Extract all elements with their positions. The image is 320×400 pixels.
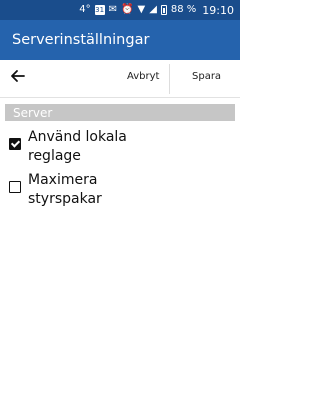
wifi-icon: ▼ bbox=[137, 4, 146, 15]
calendar-icon: 31 bbox=[94, 5, 105, 15]
battery-icon bbox=[160, 5, 167, 15]
battery-percent: 88 % bbox=[170, 4, 197, 15]
app-bar: Serverinställningar bbox=[0, 20, 240, 60]
option-use-local-controls[interactable]: Använd lokala reglage bbox=[9, 128, 158, 166]
action-toolbar: Avbryt Spara bbox=[0, 60, 240, 98]
arrow-left-icon[interactable] bbox=[10, 68, 28, 88]
status-bar: 4° 31 ✉ ⏰ ▼ ◢ 88 % 19:10 bbox=[0, 0, 240, 20]
toolbar-divider bbox=[169, 64, 170, 94]
option-label: Maximera styrspakar bbox=[28, 172, 102, 207]
signal-4g-label: 4° bbox=[79, 4, 91, 15]
arrow-left-icon-svg bbox=[11, 70, 25, 82]
option-label: Använd lokala reglage bbox=[28, 129, 127, 164]
checkbox-unchecked[interactable] bbox=[9, 181, 21, 193]
clock: 19:10 bbox=[202, 3, 234, 17]
cell-signal-icon: ◢ bbox=[149, 4, 157, 15]
section-header: Server bbox=[5, 104, 235, 121]
page-title: Serverinställningar bbox=[12, 32, 150, 48]
option-maximize-joysticks[interactable]: Maximera styrspakar bbox=[9, 171, 158, 209]
alarm-icon: ⏰ bbox=[121, 4, 134, 15]
cancel-button[interactable]: Avbryt bbox=[127, 71, 159, 82]
checkbox-checked[interactable] bbox=[9, 138, 21, 150]
save-button[interactable]: Spara bbox=[192, 71, 221, 82]
mail-icon: ✉ bbox=[108, 4, 118, 15]
